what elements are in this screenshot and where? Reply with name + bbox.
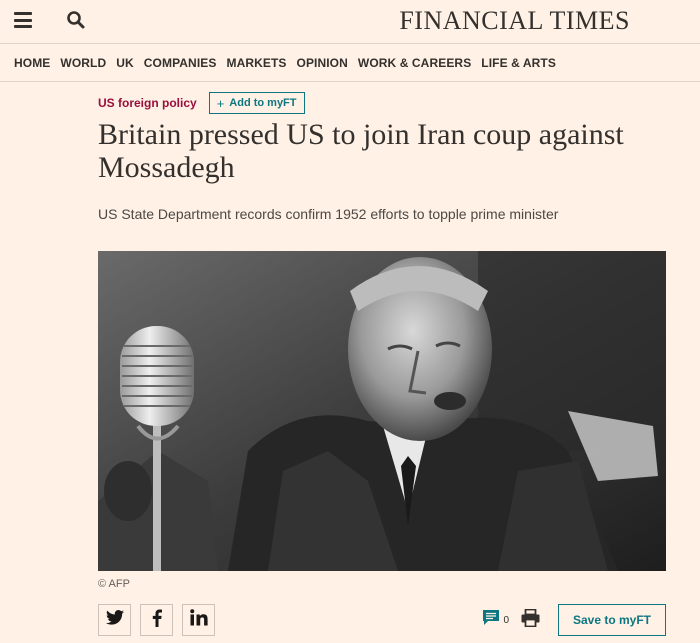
nav-item-uk[interactable]: UK — [116, 56, 134, 70]
share-facebook-button[interactable] — [140, 604, 173, 636]
plus-icon: + — [216, 95, 225, 111]
article-headline: Britain pressed US to join Iran coup aga… — [98, 118, 624, 184]
nav-item-home[interactable]: HOME — [14, 56, 50, 70]
twitter-icon — [105, 610, 124, 630]
share-twitter-button[interactable] — [98, 604, 131, 636]
nav-item-life-arts[interactable]: LIFE & ARTS — [481, 56, 556, 70]
image-caption: © AFP — [98, 578, 130, 590]
article-tools: 0 Save to myFT — [482, 604, 666, 636]
nav-item-companies[interactable]: COMPANIES — [144, 56, 217, 70]
share-buttons — [98, 604, 224, 636]
topic-row: US foreign policy + Add to myFT — [98, 92, 305, 114]
article-standfirst: US State Department records confirm 1952… — [98, 206, 559, 222]
comment-icon — [482, 609, 500, 631]
hamburger-menu-icon[interactable] — [14, 12, 32, 28]
comments-button[interactable]: 0 — [482, 609, 509, 631]
facebook-icon — [152, 609, 162, 632]
search-icon[interactable] — [66, 10, 86, 30]
main-navigation: HOME WORLD UK COMPANIES MARKETS OPINION … — [0, 44, 700, 82]
nav-item-markets[interactable]: MARKETS — [226, 56, 286, 70]
article-photo — [98, 251, 666, 571]
comment-count: 0 — [503, 614, 509, 626]
add-to-myft-label: Add to myFT — [229, 97, 297, 109]
add-to-myft-button[interactable]: + Add to myFT — [208, 92, 305, 114]
nav-item-opinion[interactable]: OPINION — [297, 56, 348, 70]
linkedin-icon — [189, 609, 208, 631]
site-header: FINANCIAL TIMES — [0, 0, 700, 44]
print-icon[interactable] — [521, 608, 540, 632]
nav-item-world[interactable]: WORLD — [60, 56, 106, 70]
save-to-myft-button[interactable]: Save to myFT — [558, 604, 666, 636]
nav-item-work-careers[interactable]: WORK & CAREERS — [358, 56, 471, 70]
site-logo[interactable]: FINANCIAL TIMES — [399, 6, 630, 36]
share-linkedin-button[interactable] — [182, 604, 215, 636]
topic-link[interactable]: US foreign policy — [98, 96, 197, 110]
